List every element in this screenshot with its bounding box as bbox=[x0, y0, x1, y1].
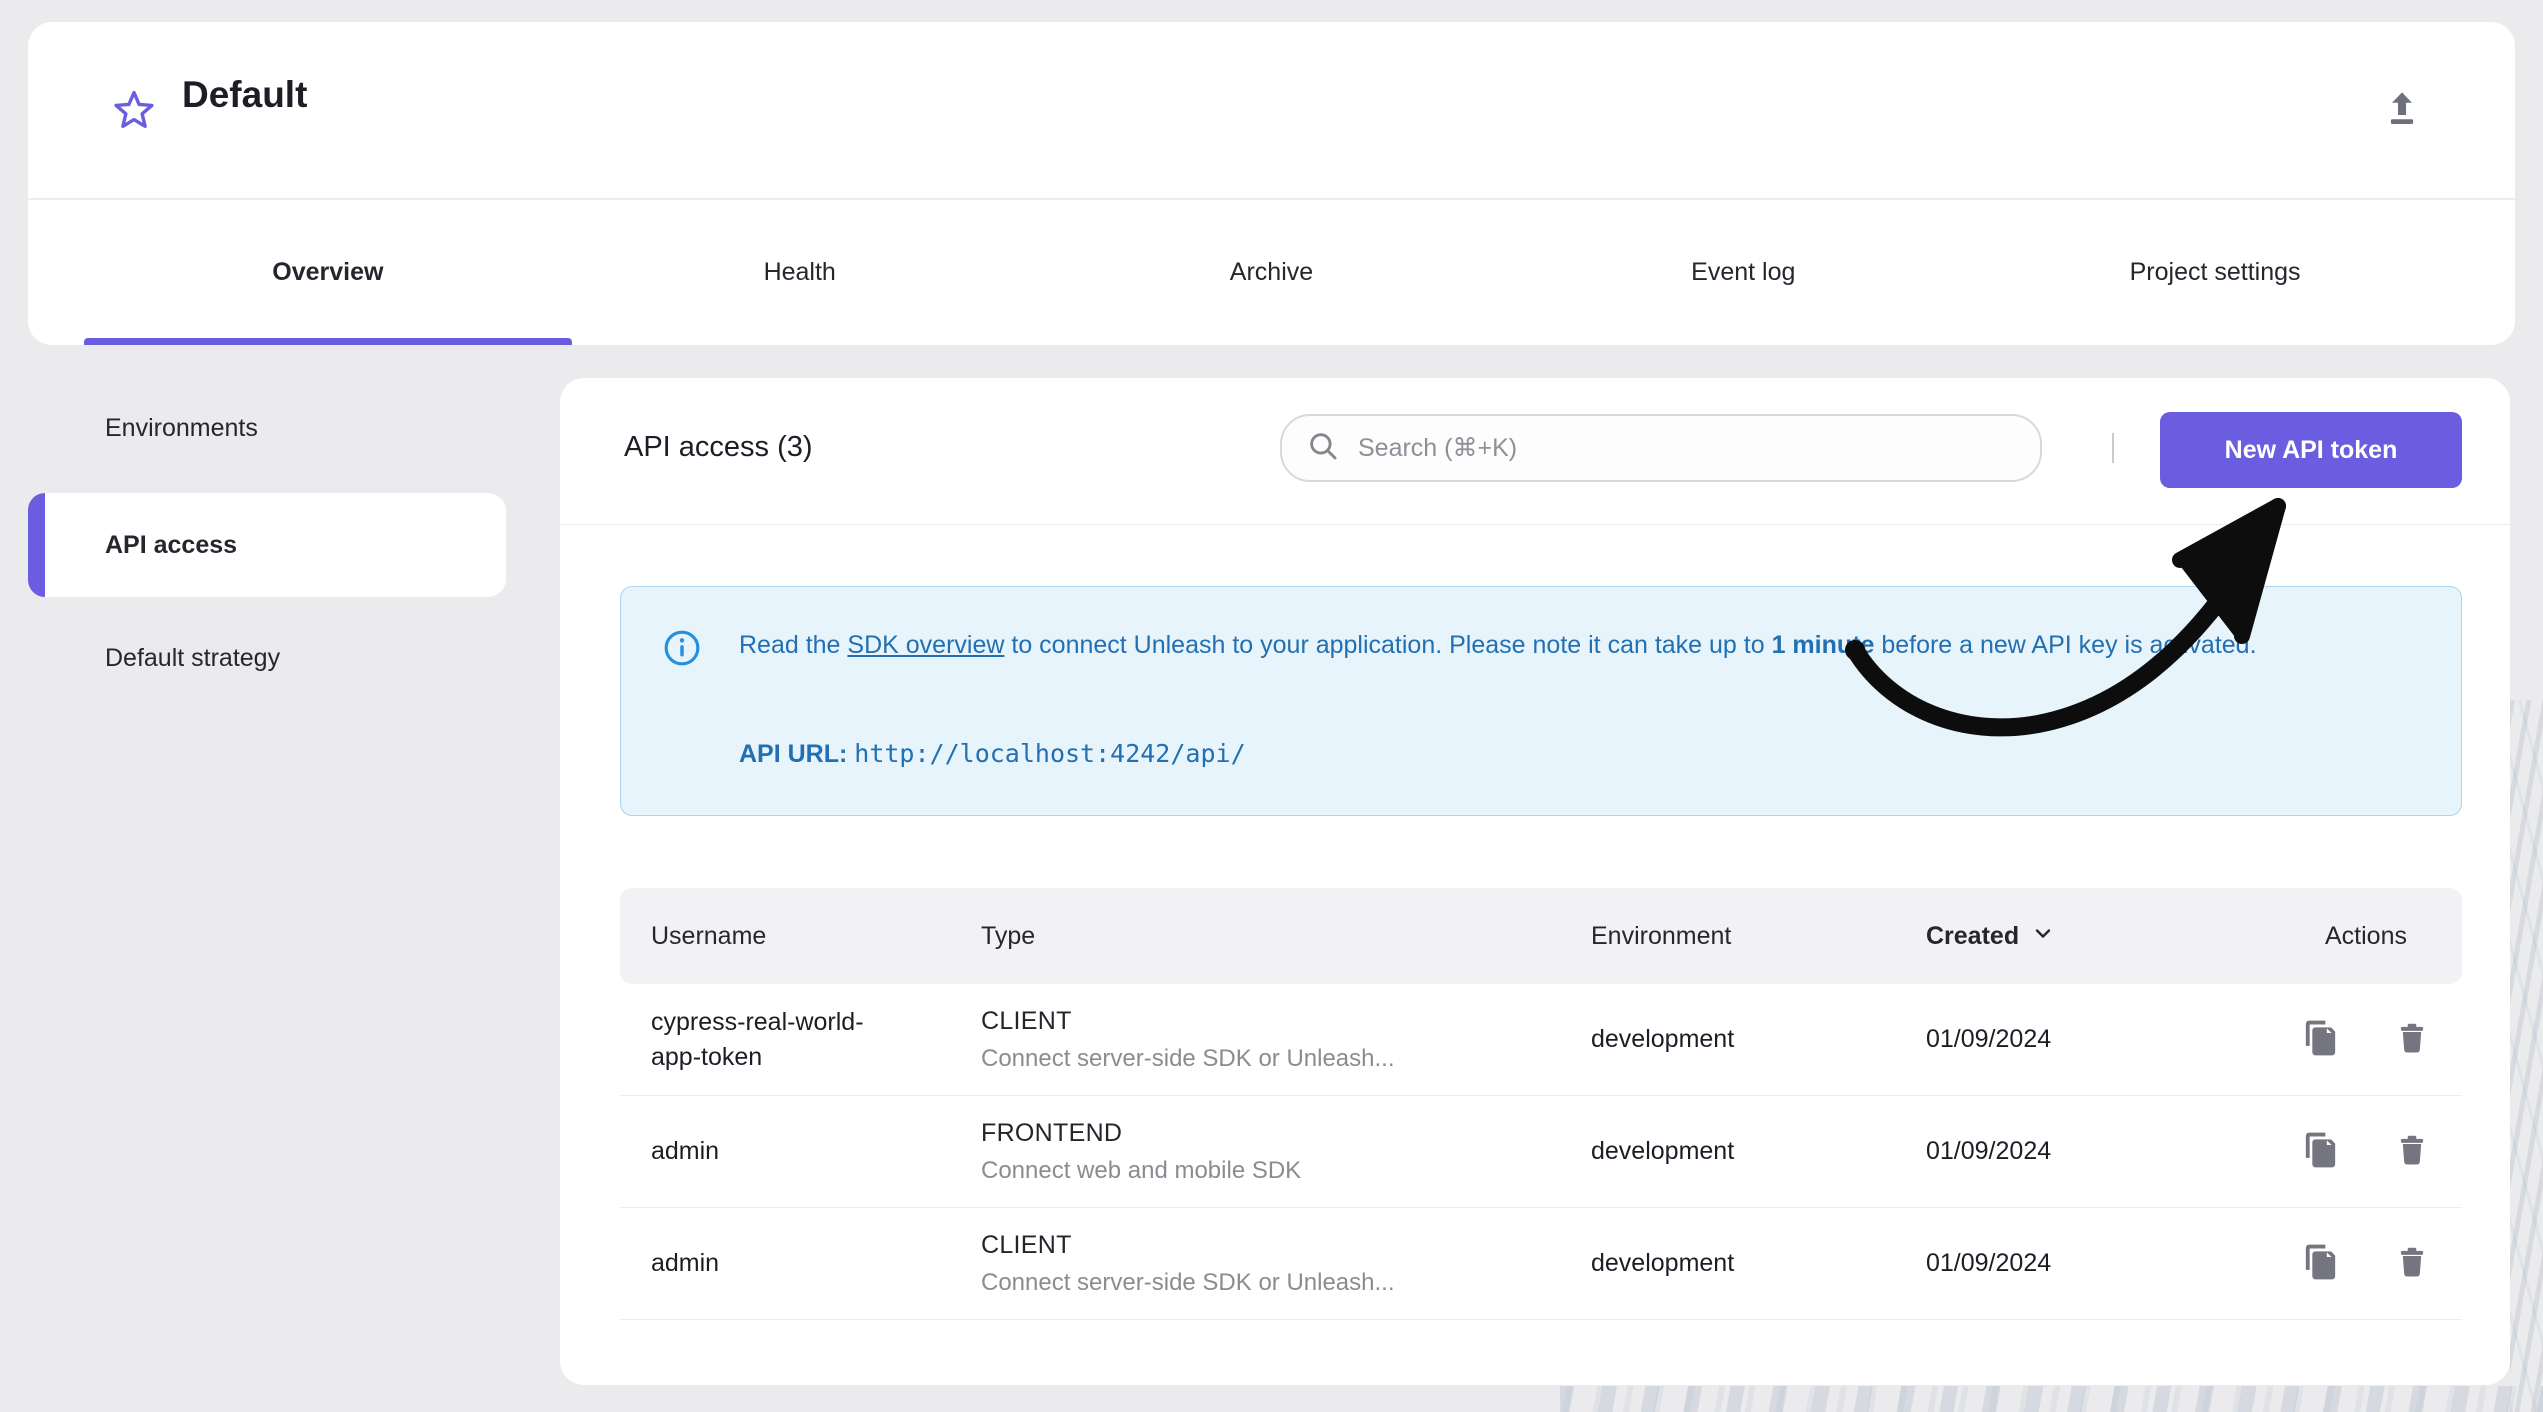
alert-text-start: Read the bbox=[739, 631, 848, 659]
token-created-date: 01/09/2024 bbox=[1926, 1025, 2052, 1053]
page-title: Default bbox=[182, 74, 308, 115]
api-url-row: API URL: http://localhost:4242/api/ bbox=[739, 739, 1246, 769]
column-header-label: Created bbox=[1926, 921, 2020, 950]
file-upload-icon bbox=[2379, 87, 2425, 136]
app-screen: Default Overview Health Archive Event lo… bbox=[0, 0, 2543, 1412]
header-divider bbox=[2112, 433, 2114, 463]
tab-label: Health bbox=[763, 258, 836, 286]
column-header-actions: Actions bbox=[2325, 921, 2407, 950]
alert-text-end: before a new API key is activated. bbox=[1874, 631, 2257, 659]
tab-overview[interactable]: Overview bbox=[84, 200, 572, 345]
sidebar-item-default-strategy[interactable]: Default strategy bbox=[28, 618, 506, 698]
panel-title: API access (3) bbox=[624, 431, 813, 463]
copy-icon bbox=[2300, 1130, 2340, 1173]
sidebar-item-label: API access bbox=[105, 530, 238, 559]
api-tokens-table: Username Type Environment Created Action… bbox=[620, 888, 2462, 1320]
table-row: admin FRONTEND Connect web and mobile SD… bbox=[620, 1096, 2462, 1208]
sidebar-item-label: Environments bbox=[105, 413, 258, 442]
token-type: FRONTEND bbox=[981, 1118, 1123, 1147]
delete-icon bbox=[2393, 1131, 2431, 1172]
delete-token-button[interactable] bbox=[2381, 1121, 2443, 1183]
delete-icon bbox=[2393, 1019, 2431, 1060]
search-input[interactable] bbox=[1358, 433, 2016, 463]
token-type: CLIENT bbox=[981, 1230, 1072, 1259]
favorite-button[interactable] bbox=[108, 86, 160, 138]
token-type-cell: CLIENT Connect server-side SDK or Unleas… bbox=[950, 1007, 1560, 1073]
tab-project-settings[interactable]: Project settings bbox=[1979, 200, 2451, 345]
token-environment: development bbox=[1591, 1249, 1735, 1277]
chevron-down-icon bbox=[2031, 921, 2055, 952]
token-actions-cell bbox=[2270, 1121, 2462, 1183]
copy-token-button[interactable] bbox=[2289, 1233, 2351, 1295]
token-type-cell: FRONTEND Connect web and mobile SDK bbox=[950, 1119, 1560, 1185]
copy-icon bbox=[2300, 1018, 2340, 1061]
background-texture bbox=[2510, 700, 2543, 1412]
tab-event-log[interactable]: Event log bbox=[1507, 200, 1979, 345]
project-header-card: Default Overview Health Archive Event lo… bbox=[28, 22, 2515, 345]
column-header-type[interactable]: Type bbox=[950, 922, 1560, 951]
project-title-row: Default bbox=[28, 22, 2515, 200]
token-environment: development bbox=[1591, 1025, 1735, 1053]
column-header-environment[interactable]: Environment bbox=[1560, 922, 1895, 951]
panel-header: API access (3) New API token bbox=[560, 378, 2510, 525]
new-api-token-button[interactable]: New API token bbox=[2160, 412, 2462, 488]
token-username: cypress-real-world-app-token bbox=[651, 1007, 864, 1071]
token-created-date: 01/09/2024 bbox=[1926, 1137, 2052, 1165]
table-row: admin CLIENT Connect server-side SDK or … bbox=[620, 1208, 2462, 1320]
delete-token-button[interactable] bbox=[2381, 1009, 2443, 1071]
api-access-panel: API access (3) New API token bbox=[560, 378, 2510, 1385]
alert-text-middle: to connect Unleash to your application. … bbox=[1004, 631, 1772, 659]
token-type-description: Connect web and mobile SDK bbox=[981, 1156, 1302, 1184]
sdk-overview-link[interactable]: SDK overview bbox=[847, 631, 1004, 659]
token-environment: development bbox=[1591, 1137, 1735, 1165]
search-box[interactable] bbox=[1280, 414, 2042, 482]
delete-token-button[interactable] bbox=[2381, 1233, 2443, 1295]
sidebar-item-label: Default strategy bbox=[105, 643, 281, 672]
export-button[interactable] bbox=[2375, 84, 2429, 138]
table-header-row: Username Type Environment Created Action… bbox=[620, 888, 2462, 984]
token-actions-cell bbox=[2270, 1233, 2462, 1295]
background-texture bbox=[1560, 1386, 2543, 1412]
column-header-created[interactable]: Created bbox=[1895, 921, 2270, 952]
project-tabs: Overview Health Archive Event log Projec… bbox=[84, 200, 2451, 345]
sidebar-item-environments[interactable]: Environments bbox=[28, 388, 506, 468]
tab-archive[interactable]: Archive bbox=[1036, 200, 1508, 345]
token-created-date: 01/09/2024 bbox=[1926, 1249, 2052, 1277]
delete-icon bbox=[2393, 1243, 2431, 1284]
token-username: admin bbox=[651, 1249, 720, 1277]
tab-label: Event log bbox=[1691, 258, 1796, 286]
api-url-value: http://localhost:4242/api/ bbox=[854, 739, 1246, 768]
token-type-description: Connect server-side SDK or Unleash... bbox=[981, 1268, 1395, 1296]
star-outline-icon bbox=[110, 87, 158, 138]
alert-message: Read the SDK overview to connect Unleash… bbox=[739, 625, 2419, 666]
copy-token-button[interactable] bbox=[2289, 1121, 2351, 1183]
info-icon bbox=[663, 629, 701, 672]
tab-label: Project settings bbox=[2129, 258, 2301, 286]
token-username: admin bbox=[651, 1137, 720, 1165]
table-row: cypress-real-world-app-token CLIENT Conn… bbox=[620, 984, 2462, 1096]
token-actions-cell bbox=[2270, 1009, 2462, 1071]
sdk-info-alert: Read the SDK overview to connect Unleash… bbox=[620, 586, 2462, 816]
tab-label: Overview bbox=[272, 258, 384, 286]
token-type-cell: CLIENT Connect server-side SDK or Unleas… bbox=[950, 1231, 1560, 1297]
alert-text-bold: 1 minute bbox=[1771, 631, 1875, 659]
token-type-description: Connect server-side SDK or Unleash... bbox=[981, 1044, 1395, 1072]
api-url-separator: : bbox=[839, 740, 855, 768]
tab-label: Archive bbox=[1229, 258, 1314, 286]
api-url-label: API URL bbox=[739, 740, 839, 768]
tab-health[interactable]: Health bbox=[564, 200, 1036, 345]
copy-icon bbox=[2300, 1242, 2340, 1285]
search-icon bbox=[1306, 429, 1340, 468]
token-type: CLIENT bbox=[981, 1006, 1072, 1035]
sidebar-item-api-access[interactable]: API access bbox=[28, 493, 506, 597]
column-header-username[interactable]: Username bbox=[620, 922, 950, 951]
copy-token-button[interactable] bbox=[2289, 1009, 2351, 1071]
